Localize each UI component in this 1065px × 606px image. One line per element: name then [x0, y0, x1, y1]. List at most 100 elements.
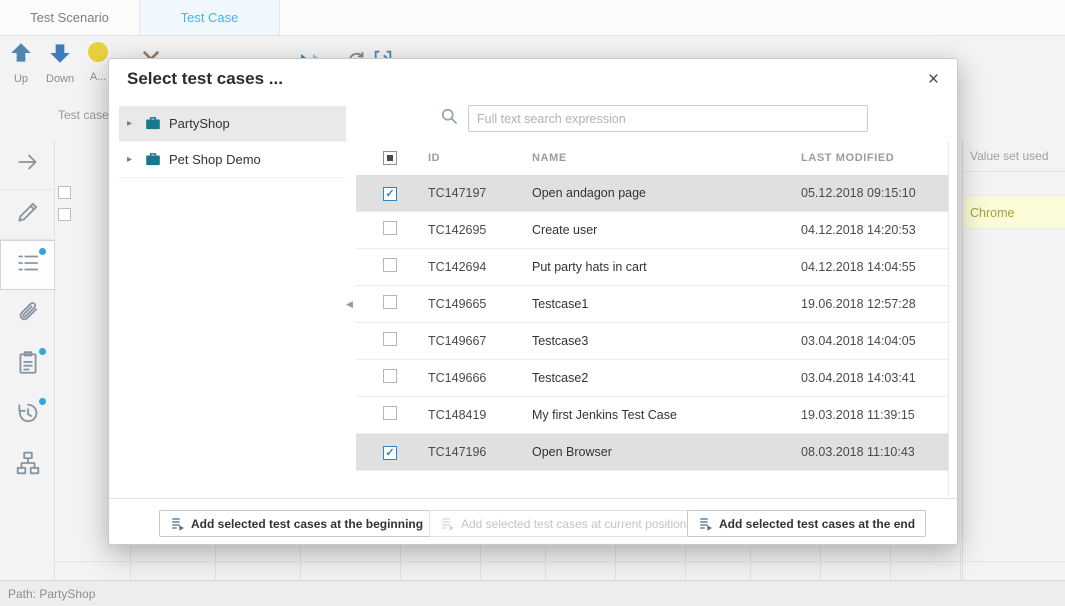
row-modified: 19.06.2018 12:57:28 — [801, 297, 948, 311]
dialog-title: Select test cases ... — [127, 69, 928, 89]
table-row[interactable]: TC149666 Testcase2 03.04.2018 14:03:41 — [356, 360, 948, 397]
row-checkbox[interactable] — [383, 446, 397, 460]
forward-icon — [15, 149, 41, 180]
history-icon — [15, 400, 41, 431]
list-icon — [15, 250, 41, 281]
app-window: Test ScenarioTest Case Up Down A... Test… — [0, 0, 1065, 606]
row-checkbox[interactable] — [383, 406, 397, 420]
tree-item-label: Pet Shop Demo — [169, 152, 261, 167]
add-selected-test-cases-at-the-beginning-button[interactable]: Add selected test cases at the beginning — [159, 510, 434, 537]
table-row[interactable]: TC142695 Create user 04.12.2018 14:20:53 — [356, 212, 948, 249]
add-end-icon — [698, 516, 713, 531]
toolbar-button-label: Down — [46, 73, 74, 85]
row-name: Testcase2 — [532, 371, 801, 385]
search-input[interactable] — [468, 105, 868, 132]
value-set-panel: Value set used Chrome — [962, 140, 1065, 580]
add-selected-test-cases-at-current-position-button[interactable]: Add selected test cases at current posit… — [429, 510, 697, 537]
row-id: TC148419 — [428, 408, 532, 422]
row-name: Testcase3 — [532, 334, 801, 348]
select-test-cases-dialog: Select test cases ... × ▸ PartyShop ▸ Pe… — [108, 58, 958, 545]
collapse-panel-icon[interactable]: ◀ — [346, 299, 353, 310]
add-selected-test-cases-at-the-end-button[interactable]: Add selected test cases at the end — [687, 510, 926, 537]
toolbar-a-button[interactable]: A... — [86, 40, 110, 100]
tree-item-label: PartyShop — [169, 116, 230, 131]
table-body: TC147197 Open andagon page 05.12.2018 09… — [356, 175, 948, 471]
add-beginning-icon — [170, 516, 185, 531]
grid-line — [820, 546, 821, 580]
expand-caret-icon[interactable]: ▸ — [127, 154, 137, 165]
main-toolbar: Up Down A... — [0, 40, 110, 100]
notification-dot — [39, 248, 46, 255]
button-label: Add selected test cases at the end — [719, 517, 915, 531]
toolbar-down-button[interactable]: Down — [46, 40, 74, 100]
row-modified: 04.12.2018 14:04:55 — [801, 260, 948, 274]
table-row[interactable]: TC149665 Testcase1 19.06.2018 12:57:28 — [356, 286, 948, 323]
toolbar-button-label: A... — [90, 71, 107, 83]
row-checkbox[interactable] — [383, 295, 397, 309]
folder-icon — [145, 152, 161, 167]
notification-dot — [39, 348, 46, 355]
expand-caret-icon[interactable]: ▸ — [127, 118, 137, 129]
sidebar-item-forward[interactable] — [0, 140, 55, 190]
sidebar-item-hierarchy[interactable] — [0, 440, 55, 490]
button-label: Add selected test cases at the beginning — [191, 517, 423, 531]
row-modified: 19.03.2018 11:39:15 — [801, 408, 948, 422]
down-arrow-icon — [47, 40, 73, 71]
close-icon[interactable]: × — [928, 70, 939, 89]
table-row[interactable]: TC149667 Testcase3 03.04.2018 14:04:05 — [356, 323, 948, 360]
test-case-table: ID NAME LAST MODIFIED TC147197 Open anda… — [356, 141, 949, 497]
table-row[interactable]: TC148419 My first Jenkins Test Case 19.0… — [356, 397, 948, 434]
grid-line — [215, 546, 216, 580]
row-name: My first Jenkins Test Case — [532, 408, 801, 422]
row-name: Testcase1 — [532, 297, 801, 311]
background-row-checkbox[interactable] — [58, 208, 71, 221]
grid-line — [480, 546, 481, 580]
toolbar-up-button[interactable]: Up — [8, 40, 34, 100]
row-id: TC142695 — [428, 223, 532, 237]
row-modified: 03.04.2018 14:03:41 — [801, 371, 948, 385]
table-row[interactable]: TC147196 Open Browser 08.03.2018 11:10:4… — [356, 434, 948, 471]
column-header-name[interactable]: NAME — [532, 152, 801, 164]
sidebar-item-attachment[interactable] — [0, 290, 55, 340]
grid-line — [615, 546, 616, 580]
tree-item-partyshop[interactable]: ▸ PartyShop — [119, 106, 346, 142]
row-modified: 03.04.2018 14:04:05 — [801, 334, 948, 348]
row-modified: 04.12.2018 14:20:53 — [801, 223, 948, 237]
status-bar: Path: PartyShop — [0, 580, 1065, 606]
tab-test-scenario[interactable]: Test Scenario — [0, 0, 140, 35]
sidebar-item-list[interactable] — [0, 240, 55, 290]
attachment-icon — [15, 300, 41, 331]
up-arrow-icon — [8, 40, 34, 71]
value-set-cell-chrome[interactable]: Chrome — [963, 195, 1065, 229]
sidebar-item-checklist[interactable] — [0, 340, 55, 390]
tab-test-case[interactable]: Test Case — [140, 0, 280, 35]
row-name: Put party hats in cart — [532, 260, 801, 274]
tree-item-pet-shop-demo[interactable]: ▸ Pet Shop Demo — [119, 142, 346, 178]
background-row-checkbox[interactable] — [58, 186, 71, 199]
row-checkbox[interactable] — [383, 258, 397, 272]
select-all-checkbox[interactable] — [383, 151, 397, 165]
column-header-modified[interactable]: LAST MODIFIED — [801, 152, 948, 164]
row-checkbox[interactable] — [383, 187, 397, 201]
hierarchy-icon — [15, 450, 41, 481]
grid-line — [300, 546, 301, 580]
sidebar-item-edit[interactable] — [0, 190, 55, 240]
row-checkbox[interactable] — [383, 369, 397, 383]
edit-icon — [15, 199, 41, 230]
column-header-id[interactable]: ID — [428, 152, 532, 164]
row-modified: 05.12.2018 09:15:10 — [801, 186, 948, 200]
row-checkbox[interactable] — [383, 221, 397, 235]
left-sidebar — [0, 140, 55, 580]
row-checkbox[interactable] — [383, 332, 397, 346]
button-label: Add selected test cases at current posit… — [461, 517, 686, 531]
sidebar-item-history[interactable] — [0, 390, 55, 440]
value-set-used-header: Value set used — [963, 140, 1065, 172]
table-row[interactable]: TC142694 Put party hats in cart 04.12.20… — [356, 249, 948, 286]
folder-icon — [145, 116, 161, 131]
row-name: Open Browser — [532, 445, 801, 459]
main-tabbar: Test ScenarioTest Case — [0, 0, 1065, 36]
path-label: Path: PartyShop — [8, 587, 95, 601]
table-row[interactable]: TC147197 Open andagon page 05.12.2018 09… — [356, 175, 948, 212]
toolbar-button-label: Up — [14, 73, 28, 85]
row-id: TC149666 — [428, 371, 532, 385]
